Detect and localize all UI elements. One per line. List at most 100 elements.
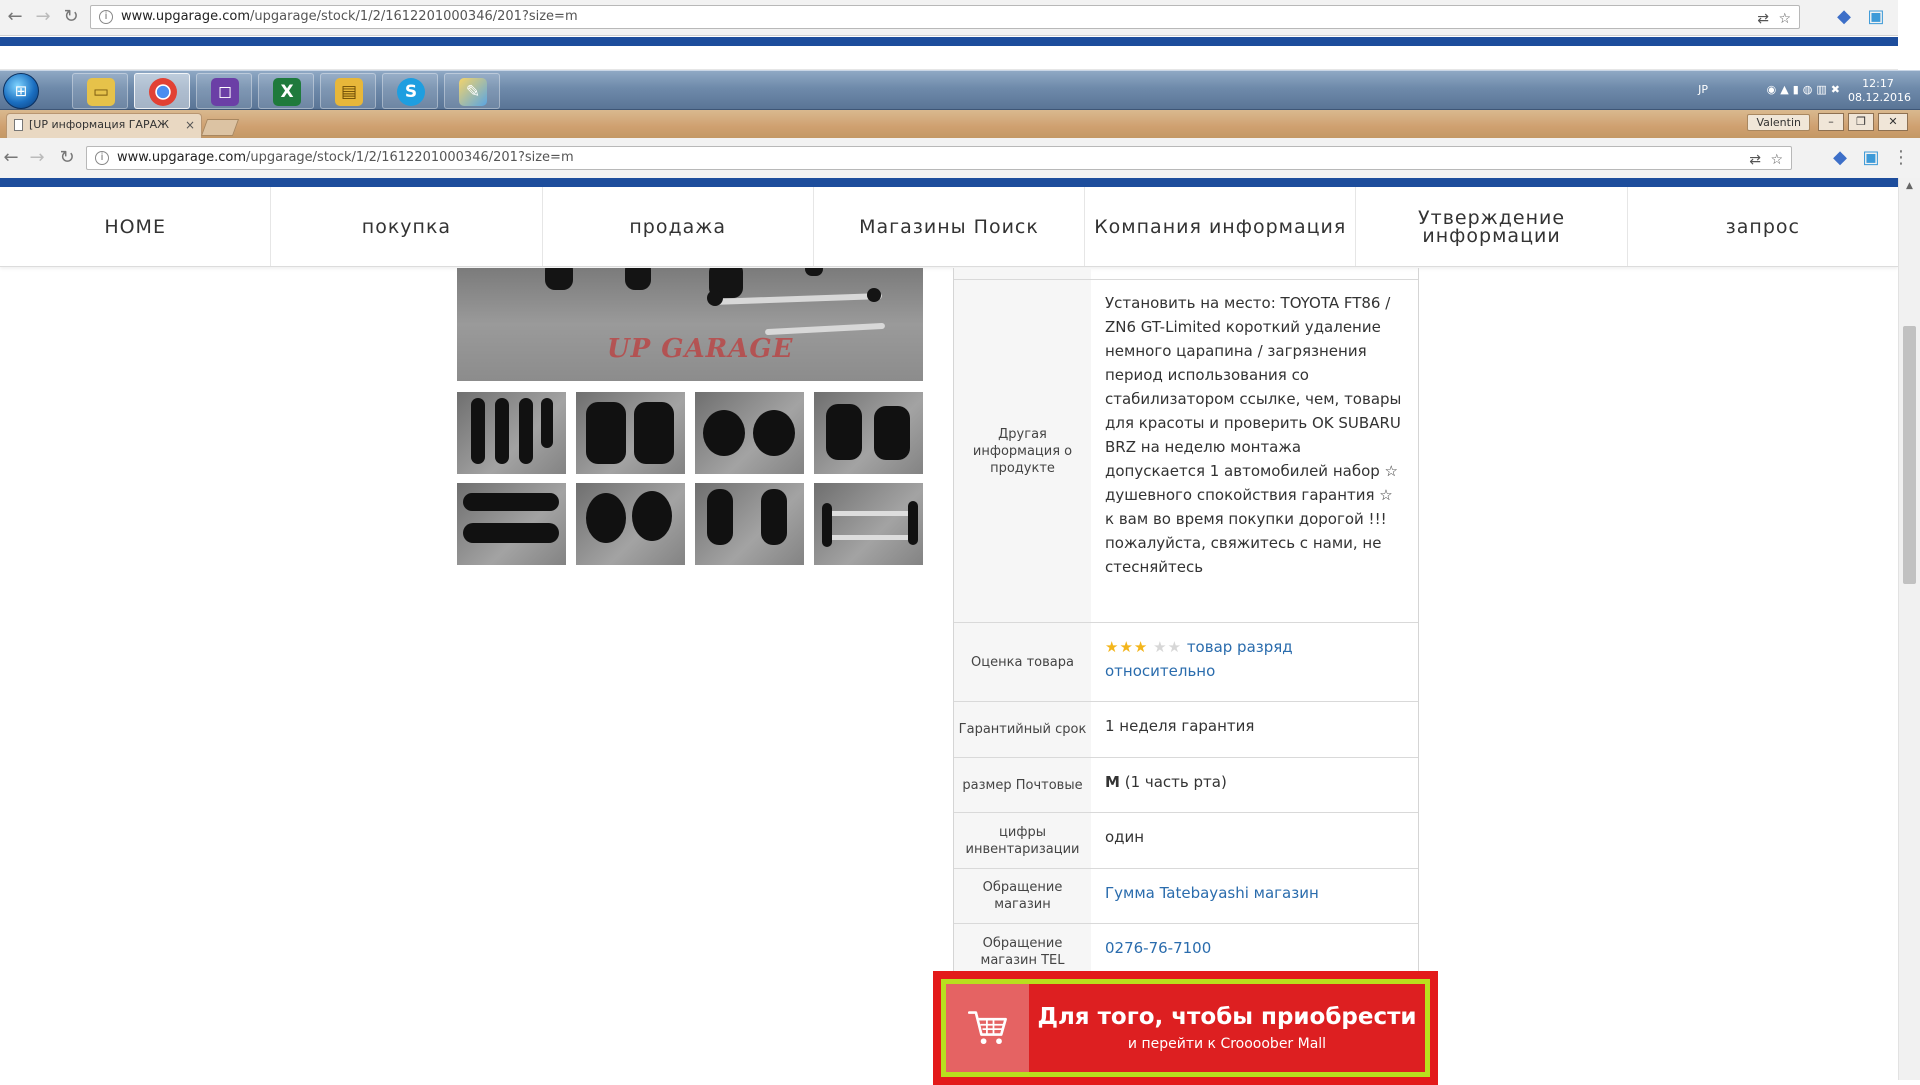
row-label [954,268,1091,279]
table-row-warranty: Гарантийный срок 1 неделя гарантия [954,702,1418,758]
nav-sell[interactable]: продажа [543,187,814,266]
product-thumbnail[interactable] [457,483,566,565]
back-arrow-icon[interactable]: ← [0,146,22,170]
buy-button-inner: Для того, чтобы приобрести и перейти к C… [941,979,1430,1077]
clock[interactable]: 12:17 08.12.2016 [1848,77,1911,105]
store-value: Гумма Tatebayashi магазин [1091,869,1418,923]
outer-url-host: www.upgarage.com [121,9,251,24]
tab-strip: [UP информация ГАРАЖ × Valentin – ❐ ✕ [0,110,1920,138]
page-info-icon[interactable]: i [99,10,113,24]
page-info-icon[interactable]: i [95,151,109,165]
product-thumbnail[interactable] [814,392,923,474]
taskbar-chrome[interactable] [134,73,190,109]
photo-detail [545,268,573,290]
nav-home[interactable]: HOME [0,187,272,266]
thumb-detail [761,489,787,545]
start-button[interactable]: ⊞ [3,73,39,109]
rating-value: ★★★ ★★ товар разряд относительно [1091,623,1418,701]
forward-arrow-icon[interactable]: → [26,146,48,170]
buy-button-text: Для того, чтобы приобрести и перейти к C… [1029,984,1425,1072]
nav-buy[interactable]: покупка [271,187,543,266]
back-arrow-icon[interactable]: ← [4,5,26,29]
new-tab-button[interactable] [200,119,240,136]
nav-company-info[interactable]: Компания информация [1085,187,1357,266]
photo-detail [805,268,823,276]
product-thumbnail[interactable] [576,392,685,474]
table-row-store: Обращение магазин Гумма Tatebayashi мага… [954,869,1418,924]
store-tel-link[interactable]: 0276-76-7100 [1105,939,1211,957]
language-indicator[interactable]: JP [1698,83,1708,96]
inner-url-path: /upgarage/stock/1/2/1612201000346/201?si… [246,150,574,165]
size-note: (1 часть рта) [1124,773,1227,791]
table-row-other-info: Другая информация о продукте Установить … [954,280,1418,623]
thumb-detail [463,493,559,511]
outer-url-path: /upgarage/stock/1/2/1612201000346/201?si… [250,9,578,24]
taskbar-sticky[interactable]: ▤ [320,73,376,109]
table-row-rating: Оценка товара ★★★ ★★ товар разряд относи… [954,623,1418,702]
browser-tab[interactable]: [UP информация ГАРАЖ × [6,113,202,138]
inner-address-bar[interactable]: i www.upgarage.com/upgarage/stock/1/2/16… [86,146,1792,170]
extension-icon-2[interactable]: ▣ [1865,5,1887,29]
product-thumbnail[interactable] [576,483,685,565]
nav-store-search[interactable]: Магазины Поиск [814,187,1086,266]
thumb-detail [707,489,733,545]
nav-inquiry[interactable]: запрос [1628,187,1898,266]
extension-icon-2[interactable]: ▣ [1860,146,1882,170]
product-detail-table: Другая информация о продукте Установить … [953,268,1419,980]
bookmark-star-icon[interactable]: ☆ [1770,149,1783,169]
row-value [1091,268,1418,279]
profile-button[interactable]: Valentin [1747,114,1810,131]
extension-icon[interactable]: ◆ [1829,146,1851,170]
chrome-icon [149,78,177,106]
thumb-detail [586,493,626,543]
product-thumbnail[interactable] [695,392,804,474]
scroll-thumb[interactable] [1903,326,1916,584]
outer-address-bar[interactable]: i www.upgarage.com/upgarage/stock/1/2/16… [90,5,1800,29]
close-window-icon[interactable]: ✕ [1878,113,1908,131]
product-thumbnail[interactable] [695,483,804,565]
skype-icon: S [397,78,425,106]
taskbar-paint[interactable]: ✎ [444,73,500,109]
buy-button-title: Для того, чтобы приобрести [1037,1003,1417,1030]
forward-arrow-icon[interactable]: → [32,5,54,29]
translate-icon[interactable]: ⇄ [1757,8,1769,28]
size-letter: M [1105,773,1120,791]
store-link[interactable]: Гумма Tatebayashi магазин [1105,884,1319,902]
row-label: Оценка товара [954,623,1091,701]
thumb-detail [908,501,918,545]
reload-icon[interactable]: ↻ [60,5,82,29]
product-thumbnail[interactable] [814,483,923,565]
extension-icon[interactable]: ◆ [1833,5,1855,29]
star-rating-filled-icon: ★★★ [1105,638,1149,656]
taskbar-skype[interactable]: S [382,73,438,109]
table-row [954,268,1418,280]
thumb-detail [634,402,674,464]
excel-icon: X [273,78,301,106]
scroll-up-icon[interactable]: ▲ [1899,178,1920,195]
main-product-photo[interactable]: UP GARAGE [457,268,923,381]
menu-icon[interactable]: ⋮ [1890,146,1912,170]
thumb-detail [753,410,795,456]
reload-icon[interactable]: ↻ [56,146,78,170]
taskbar-explorer[interactable]: ▭ [72,73,128,109]
outer-page-strip [0,46,1898,70]
photo-watermark: UP GARAGE [607,334,794,364]
translate-icon[interactable]: ⇄ [1749,149,1761,169]
warranty-value: 1 неделя гарантия [1105,717,1255,735]
star-rating-empty-icon: ★★ [1153,638,1183,656]
product-thumbnail[interactable] [457,392,566,474]
tab-close-icon[interactable]: × [185,114,195,136]
page-scrollbar[interactable]: ▲ [1898,178,1920,1080]
paint-icon: ✎ [459,78,487,106]
thumb-detail [822,503,832,547]
minimize-icon[interactable]: – [1818,113,1844,131]
thumb-detail [824,535,914,540]
buy-button[interactable]: Для того, чтобы приобрести и перейти к C… [933,971,1438,1085]
clock-date: 08.12.2016 [1848,91,1911,104]
bookmark-star-icon[interactable]: ☆ [1778,8,1791,28]
tray-icons[interactable]: ◉▲▮◍▥✖ [1767,83,1844,96]
restore-icon[interactable]: ❐ [1848,113,1874,131]
taskbar-app-purple[interactable]: ◻ [196,73,252,109]
taskbar-excel[interactable]: X [258,73,314,109]
nav-approval-info[interactable]: Утверждение информации [1356,187,1628,266]
